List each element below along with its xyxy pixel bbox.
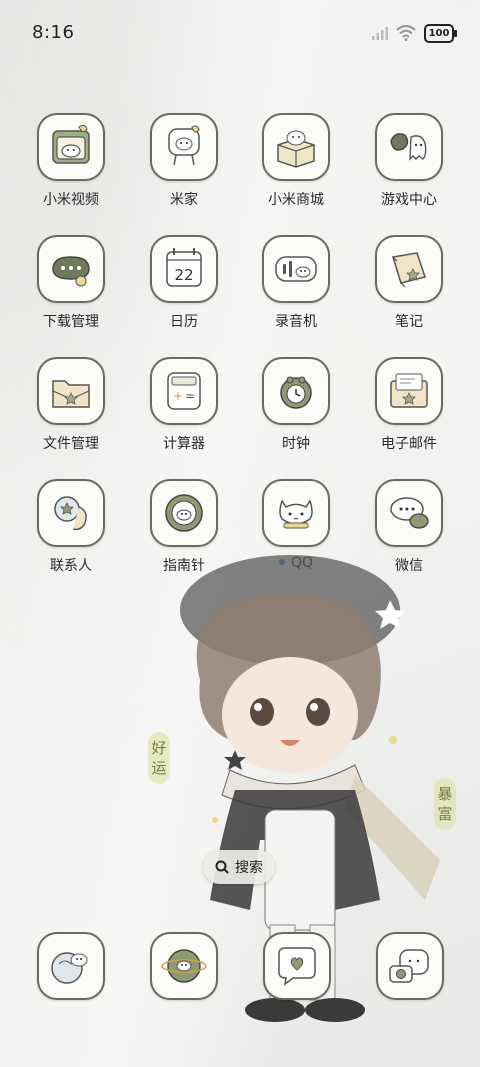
app-calendar[interactable]: 22 日历 xyxy=(129,235,239,345)
signal-icon xyxy=(372,27,388,40)
app-recorder[interactable]: 录音机 xyxy=(241,235,351,345)
camera-icon xyxy=(376,932,444,1000)
calendar-icon: 22 xyxy=(150,235,218,303)
browser-icon xyxy=(150,932,218,1000)
dock-phone[interactable] xyxy=(37,932,105,1000)
messages-icon xyxy=(263,932,331,1000)
dock-camera[interactable] xyxy=(376,932,444,1000)
calculator-icon: + = xyxy=(150,357,218,425)
status-time: 8:16 xyxy=(32,22,75,43)
wifi-icon xyxy=(396,25,416,41)
dock-messages[interactable] xyxy=(263,932,331,1000)
compass-icon xyxy=(150,479,218,547)
shop-box-icon xyxy=(262,113,330,181)
app-contacts[interactable]: 联系人 xyxy=(16,479,126,589)
clock-icon xyxy=(262,357,330,425)
recorder-icon xyxy=(262,235,330,303)
fortune-tag: 暴富 xyxy=(434,778,456,830)
search-button[interactable]: 搜索 xyxy=(203,850,275,884)
svg-text:=: = xyxy=(185,389,195,403)
app-label: 小米商城 xyxy=(268,192,324,208)
mijia-icon xyxy=(150,113,218,181)
app-label: 笔记 xyxy=(395,314,423,330)
app-downloads[interactable]: 下载管理 xyxy=(16,235,126,345)
app-mijia[interactable]: 米家 xyxy=(129,113,239,223)
wechat-icon xyxy=(375,479,443,547)
app-calculator[interactable]: + = 计算器 xyxy=(129,357,239,467)
game-center-icon xyxy=(375,113,443,181)
file-manager-icon xyxy=(37,357,105,425)
app-label: 电子邮件 xyxy=(381,436,437,452)
search-label: 搜索 xyxy=(235,860,263,876)
search-icon xyxy=(215,860,229,874)
app-email[interactable]: 电子邮件 xyxy=(354,357,464,467)
app-mi-video[interactable]: 小米视频 xyxy=(16,113,126,223)
status-icons: 100 xyxy=(372,22,457,44)
app-label: 时钟 xyxy=(282,436,310,452)
app-label: 录音机 xyxy=(275,314,317,330)
video-icon xyxy=(37,113,105,181)
lucky-tag: 好运 xyxy=(148,732,170,784)
status-bar: 8:16 100 xyxy=(0,0,480,66)
app-label: 小米视频 xyxy=(43,192,99,208)
app-clock[interactable]: 时钟 xyxy=(241,357,351,467)
phone-icon xyxy=(37,932,105,1000)
notes-icon xyxy=(375,235,443,303)
app-label: 联系人 xyxy=(50,558,92,574)
app-label: 日历 xyxy=(170,314,198,330)
app-label: 米家 xyxy=(170,192,198,208)
app-label: 计算器 xyxy=(163,436,205,452)
app-label: 文件管理 xyxy=(43,436,99,452)
app-file-manager[interactable]: 文件管理 xyxy=(16,357,126,467)
qq-icon xyxy=(262,479,330,547)
app-notes[interactable]: 笔记 xyxy=(354,235,464,345)
app-label: 游戏中心 xyxy=(381,192,437,208)
calendar-day: 22 xyxy=(174,266,193,284)
dock-browser[interactable] xyxy=(150,932,218,1000)
contacts-icon xyxy=(37,479,105,547)
app-game-center[interactable]: 游戏中心 xyxy=(354,113,464,223)
app-mi-store[interactable]: 小米商城 xyxy=(241,113,351,223)
app-label: 下载管理 xyxy=(43,314,99,330)
svg-text:+: + xyxy=(173,389,183,403)
email-icon xyxy=(375,357,443,425)
download-icon xyxy=(37,235,105,303)
battery-indicator: 100 xyxy=(424,23,457,43)
